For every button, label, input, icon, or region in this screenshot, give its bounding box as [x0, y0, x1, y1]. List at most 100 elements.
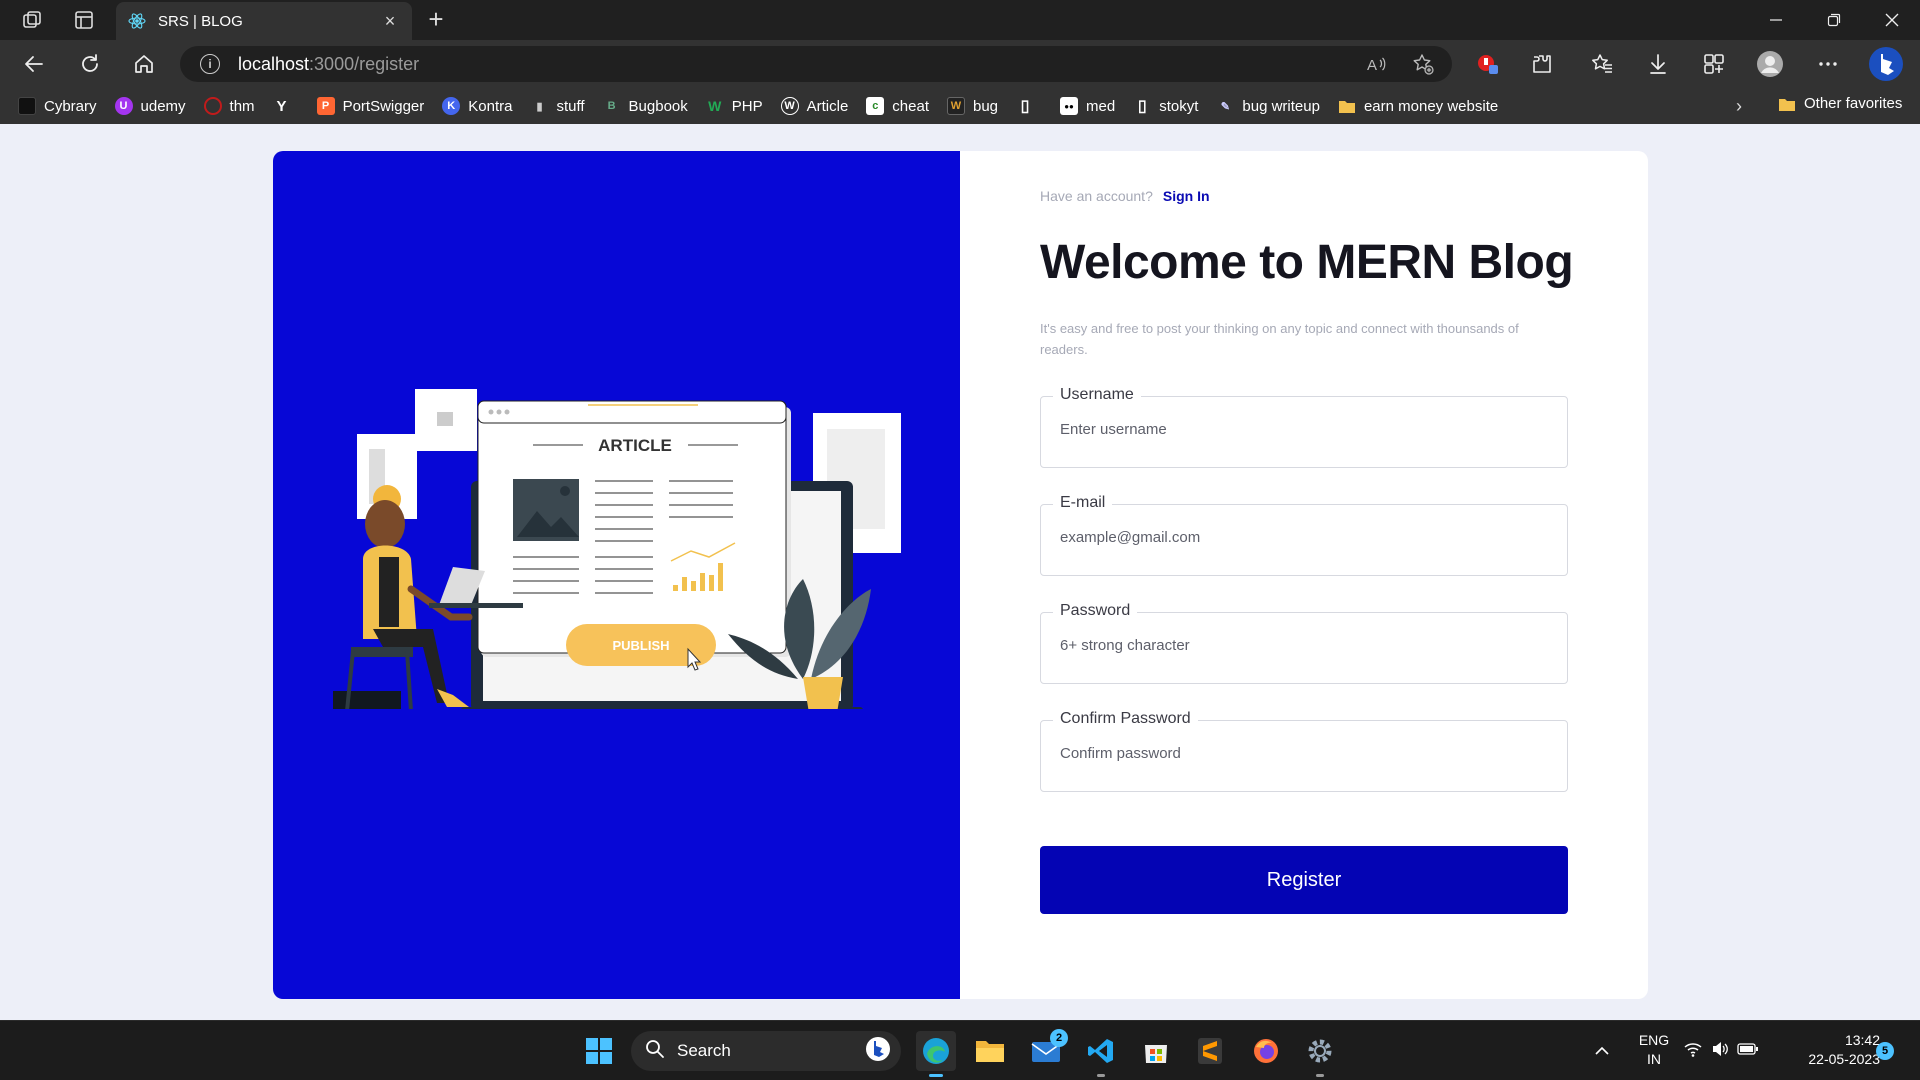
tagline: It's easy and free to post your thinking…: [1040, 321, 1519, 357]
url-path: :3000/register: [309, 53, 420, 74]
bookmarks-bar: Cybrary Uudemy thm Y P PortSwigger K Kontr…: [0, 88, 1920, 124]
other-favorites-label: Other favorites: [1804, 95, 1903, 112]
bookmark-label: bug writeup: [1242, 97, 1320, 115]
bookmark-portswigger[interactable]: P PortSwigger: [316, 97, 425, 115]
bookmark-bugbook[interactable]: B Bugbook: [603, 97, 688, 115]
search-icon: [645, 1039, 665, 1064]
bookmark-label: Kontra: [468, 97, 513, 115]
clock[interactable]: 13:42 22-05-2023: [1780, 1031, 1880, 1069]
firefox-icon[interactable]: [1246, 1031, 1286, 1071]
register-button[interactable]: Register: [1040, 846, 1568, 914]
taskbar-search-box[interactable]: Search: [631, 1031, 901, 1071]
portswigger-icon: P: [316, 97, 335, 115]
bookmark-stokyt[interactable]: ▯ stokyt: [1133, 97, 1199, 116]
add-favorite-icon[interactable]: [1412, 53, 1434, 80]
active-tab[interactable]: SRS | BLOG ×: [116, 2, 412, 40]
close-window-button[interactable]: [1864, 0, 1920, 40]
system-tray-group[interactable]: [1676, 1031, 1766, 1071]
email-input[interactable]: [1060, 529, 1540, 546]
profile-avatar-icon[interactable]: [1756, 50, 1784, 78]
page-icon: ▯: [1020, 98, 1030, 115]
password-field[interactable]: Password: [1040, 602, 1568, 684]
vscode-icon[interactable]: [1081, 1031, 1121, 1077]
settings-gear-icon[interactable]: [1300, 1031, 1340, 1077]
address-bar[interactable]: i localhost:3000/register A: [180, 46, 1452, 82]
bookmark-earn-money-website[interactable]: earn money website: [1338, 97, 1498, 115]
article-label: ARTICLE: [598, 436, 672, 455]
bookmark-label: med: [1086, 97, 1116, 115]
bookmark-label: bug: [973, 97, 999, 115]
home-icon[interactable]: [130, 50, 158, 78]
bookmark-med[interactable]: ●● med: [1060, 97, 1115, 115]
confirm-password-input[interactable]: [1060, 745, 1540, 762]
bookmark-thm[interactable]: thm: [203, 97, 255, 115]
restore-button[interactable]: [1806, 0, 1862, 40]
show-hidden-icons-icon[interactable]: [1582, 1031, 1622, 1071]
edge-taskbar-icon[interactable]: [916, 1031, 956, 1077]
bookmark-php[interactable]: W PHP: [706, 97, 762, 115]
username-field[interactable]: Username: [1040, 386, 1568, 468]
downloads-icon[interactable]: [1644, 50, 1672, 78]
bookmark-unnamed-page[interactable]: ▯: [1016, 97, 1042, 115]
cheat-icon: c: [866, 97, 885, 115]
bookmark-unnamed-y[interactable]: Y: [273, 97, 299, 115]
other-favorites[interactable]: Other favorites: [1778, 95, 1902, 112]
tab-close-icon[interactable]: ×: [380, 11, 400, 32]
wordpress-icon: W: [780, 97, 799, 115]
sublime-text-icon[interactable]: [1190, 1031, 1230, 1071]
clock-date: 22-05-2023: [1808, 1051, 1880, 1067]
bing-icon: [865, 1036, 891, 1067]
mail-icon[interactable]: 2: [1026, 1029, 1068, 1071]
notification-badge[interactable]: 5: [1876, 1042, 1894, 1060]
username-input[interactable]: [1060, 421, 1540, 438]
bookmark-label: earn money website: [1363, 97, 1499, 115]
site-info-icon[interactable]: i: [200, 54, 220, 74]
refresh-icon[interactable]: [76, 50, 104, 78]
collections-icon[interactable]: [1700, 50, 1728, 78]
favorites-icon[interactable]: [1588, 50, 1616, 78]
read-aloud-icon[interactable]: A: [1366, 54, 1388, 79]
back-icon[interactable]: [20, 50, 48, 78]
register-card: ARTICLE PUBLISH Have an account? Sign In…: [273, 151, 1648, 999]
have-account-line: Have an account? Sign In: [1040, 188, 1210, 204]
search-label: Search: [677, 1041, 731, 1060]
language-code: ENG: [1638, 1032, 1670, 1048]
email-field[interactable]: E-mail: [1040, 494, 1568, 576]
workspaces-icon[interactable]: [20, 8, 44, 32]
clock-time: 13:42: [1844, 1032, 1880, 1048]
sign-in-link[interactable]: Sign In: [1163, 188, 1210, 204]
bookmark-bug[interactable]: Wbug: [947, 97, 998, 115]
svg-text:A: A: [1367, 57, 1377, 74]
confirm-password-field[interactable]: Confirm Password: [1040, 710, 1568, 792]
tab-actions-icon[interactable]: [72, 8, 96, 32]
blog-illustration: ARTICLE PUBLISH: [333, 389, 901, 709]
kontra-icon: K: [442, 97, 461, 115]
cybrary-icon: [18, 97, 36, 115]
bookmark-stuff[interactable]: ▮ stuff: [530, 97, 584, 115]
new-tab-button[interactable]: +: [422, 6, 450, 34]
language-indicator[interactable]: ENG IN: [1634, 1031, 1674, 1069]
extensions-icon[interactable]: [1528, 50, 1556, 78]
bookmark-bug-writeup[interactable]: ✎ bug writeup: [1216, 97, 1320, 115]
bookmark-cybrary[interactable]: Cybrary: [18, 97, 97, 115]
bookmark-article[interactable]: W Article: [780, 97, 848, 115]
bookmark-cheat[interactable]: c cheat: [866, 97, 929, 115]
bookmark-label: PortSwigger: [342, 97, 425, 115]
bookmark-label: Cybrary: [44, 97, 97, 115]
file-explorer-icon[interactable]: [970, 1031, 1010, 1071]
book-icon: ▮: [536, 100, 543, 113]
more-options-icon[interactable]: [1814, 50, 1842, 78]
bookmark-kontra[interactable]: K Kontra: [442, 97, 512, 115]
bing-copilot-icon[interactable]: [1868, 46, 1904, 82]
extension-adblock-icon[interactable]: [1474, 50, 1502, 78]
bookmark-udemy[interactable]: Uudemy: [114, 97, 186, 115]
password-input[interactable]: [1060, 637, 1540, 654]
start-menu-icon[interactable]: [579, 1031, 619, 1071]
bookmarks-overflow-icon[interactable]: ›: [1736, 96, 1742, 117]
battery-icon: [1737, 1042, 1759, 1061]
page-title: Welcome to MERN Blog: [1040, 236, 1574, 289]
folder-icon: [1338, 97, 1356, 115]
bookmark-label: thm: [229, 97, 255, 115]
microsoft-store-icon[interactable]: [1136, 1031, 1176, 1071]
minimize-button[interactable]: [1748, 0, 1804, 40]
